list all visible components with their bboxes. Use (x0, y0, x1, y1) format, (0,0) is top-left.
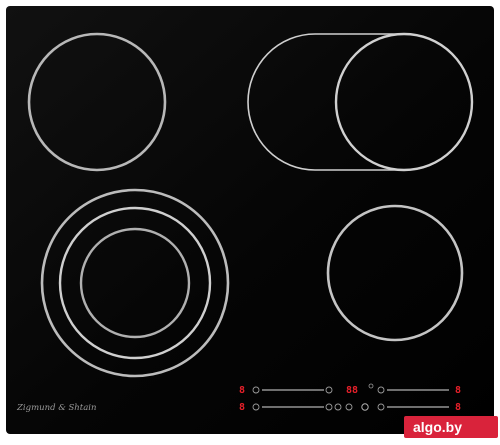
glass-cooktop-surface (6, 6, 494, 434)
zone-display-left-bottom: 8 (239, 402, 245, 413)
zone-display-right-top: 8 (455, 385, 461, 396)
watermark: algo.by (404, 416, 498, 438)
power-slider-right-bottom[interactable] (387, 406, 449, 408)
power-slider-right-top[interactable] (387, 389, 449, 391)
cooktop-svg: Zigmund & Shtain 8 88 8 8 8 algo.by (6, 6, 498, 438)
brand-logo: Zigmund & Shtain (16, 403, 96, 413)
cooktop-photo: Zigmund & Shtain 8 88 8 8 8 algo.by (0, 0, 500, 440)
power-slider-left-top[interactable] (262, 389, 324, 391)
watermark-label: algo.by (413, 419, 462, 435)
timer-display: 88 (346, 385, 358, 396)
zone-display-right-bottom: 8 (455, 402, 461, 413)
power-slider-left-bottom[interactable] (262, 406, 324, 408)
zone-display-left-top: 8 (239, 385, 245, 396)
